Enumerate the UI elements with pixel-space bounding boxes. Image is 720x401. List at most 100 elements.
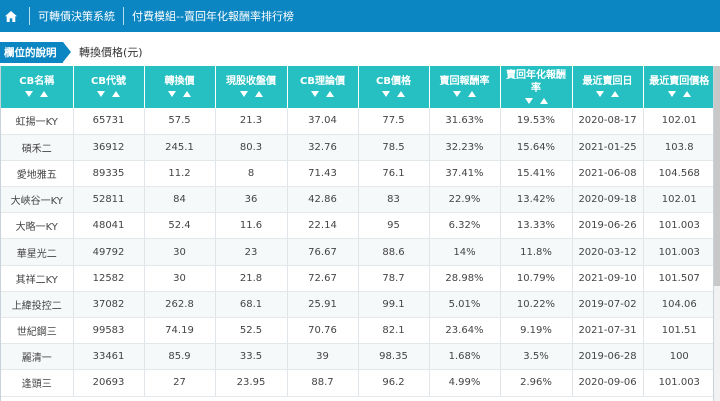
column-header-label: 現股收盤價: [226, 76, 276, 87]
breadcrumb-system-link[interactable]: 可轉債決策系統: [38, 8, 115, 24]
table-row[interactable]: 華星光二 49792 30 23 76.67 88.6 14% 11.8% 2020-03-12…: [1, 238, 713, 266]
table-row[interactable]: 虹揚一KY 65731 57.5 21.3 37.04 77.5 31.63% 19.53% 2…: [1, 108, 713, 135]
table-cell: 32.23%: [429, 134, 501, 161]
column-header: 賣回報酬率: [429, 66, 501, 108]
table-cell: 42.86: [287, 186, 359, 214]
sort-controls: [505, 97, 568, 106]
table-cell: 13.42%: [500, 186, 573, 214]
column-header-label: CB代號: [91, 76, 126, 87]
table-cell: 21.8: [215, 265, 288, 292]
sort-descending-icon[interactable]: [453, 91, 461, 97]
sort-ascending-icon[interactable]: [468, 91, 476, 97]
table-cell: 23: [215, 238, 288, 266]
sort-descending-icon[interactable]: [97, 91, 105, 97]
top-navigation-bar: 可轉債決策系統 付費模組--賣回年化報酬率排行榜: [0, 0, 720, 32]
table-cell: 世紀鋼三: [1, 317, 74, 345]
field-description-tag: 欄位的說明: [0, 41, 71, 63]
table-cell: 30: [144, 238, 216, 266]
breadcrumb-divider: [29, 7, 30, 25]
table-cell: 8: [215, 160, 288, 188]
vertical-scrollbar[interactable]: [714, 66, 720, 401]
home-icon[interactable]: [1, 0, 21, 32]
table-cell: 10.22%: [500, 291, 573, 319]
table-row[interactable]: 愛地雅五 89335 11.2 8 71.43 76.1 37.41% 15.41% 2021-…: [1, 160, 713, 188]
sort-controls: [5, 91, 69, 99]
sort-descending-icon[interactable]: [25, 91, 34, 97]
table-row[interactable]: 上緯投控二 37082 262.8 68.1 25.91 99.1 5.01% 10.22% 2…: [1, 291, 713, 319]
table-row[interactable]: 大略一KY 48041 52.4 11.6 22.14 95 6.32% 13.33% 2019…: [1, 212, 713, 240]
table-body: 虹揚一KY 65731 57.5 21.3 37.04 77.5 31.63% 19.53% 2…: [1, 108, 713, 397]
sort-descending-icon[interactable]: [596, 91, 604, 97]
table-cell: 99.1: [358, 291, 430, 319]
table-cell: 101.003: [643, 238, 713, 266]
table-cell: 80.3: [215, 134, 288, 161]
table-cell: 101.003: [643, 369, 713, 397]
sort-ascending-icon[interactable]: [40, 91, 49, 97]
table-cell: 36912: [73, 134, 145, 161]
table-row[interactable]: 世紀鋼三 99583 74.19 52.5 70.76 82.1 23.64% 9.19% 20…: [1, 317, 713, 345]
table-cell: 愛地雅五: [1, 160, 74, 188]
table-cell: 76.1: [358, 160, 430, 188]
table-cell: 3.5%: [500, 343, 573, 371]
column-header: 現股收盤價: [215, 66, 288, 108]
sort-descending-icon[interactable]: [311, 91, 319, 97]
table-cell: 2021-07-31: [572, 317, 644, 345]
column-header: 轉換價: [144, 66, 216, 108]
table-cell: 102.01: [643, 108, 713, 135]
column-header: 最近賣回價格: [643, 66, 713, 108]
breadcrumb-current-page[interactable]: 付費模組--賣回年化報酬率排行榜: [132, 8, 294, 24]
table-cell: 104.06: [643, 291, 713, 319]
table-cell: 65731: [73, 108, 145, 135]
table-cell: 2019-06-28: [572, 343, 644, 371]
sort-controls: [577, 91, 639, 99]
table-cell: 98.35: [358, 343, 430, 371]
column-header-label: CB價格: [376, 76, 411, 87]
table-row[interactable]: 逢頭三 20693 27 23.95 88.7 96.2 4.99% 2.96% 2020-09…: [1, 369, 713, 397]
sort-controls: [149, 91, 211, 99]
sort-ascending-icon[interactable]: [611, 91, 619, 97]
table-cell: 2020-09-18: [572, 186, 644, 214]
sort-ascending-icon[interactable]: [254, 91, 263, 97]
table-cell: 39: [287, 343, 359, 371]
table-cell: 49792: [73, 238, 145, 266]
table-cell: 12582: [73, 265, 145, 292]
field-description-row: 欄位的說明 轉換價格(元): [0, 40, 720, 64]
sort-ascending-icon[interactable]: [397, 91, 405, 97]
table-cell: 2021-01-25: [572, 134, 644, 161]
column-header-label: 賣回報酬率: [439, 76, 490, 87]
table-row[interactable]: 碩禾二 36912 245.1 80.3 32.76 78.5 32.23% 15.64% 20…: [1, 134, 713, 161]
sort-descending-icon[interactable]: [239, 91, 248, 97]
table-cell: 100: [643, 343, 713, 371]
table-cell: 2020-09-06: [572, 369, 644, 397]
sort-controls: [220, 91, 283, 99]
sort-descending-icon[interactable]: [524, 97, 533, 104]
table-row[interactable]: 麗清一 33461 85.9 33.5 39 98.35 1.68% 3.5% 2019-06-…: [1, 343, 713, 371]
table-cell: 10.79%: [500, 265, 573, 292]
sort-ascending-icon[interactable]: [326, 91, 334, 97]
sort-ascending-icon[interactable]: [539, 97, 548, 104]
table-cell: 27: [144, 369, 216, 397]
column-header-label: 最近賣回日: [582, 76, 633, 87]
table-cell: 23.64%: [429, 317, 501, 345]
table-row[interactable]: 大峽谷一KY 52811 84 36 42.86 83 22.9% 13.42% 2020-09…: [1, 186, 713, 214]
table-row[interactable]: 其祥二KY 12582 30 21.8 72.67 78.7 28.98% 10.79% 202…: [1, 265, 713, 292]
column-header-label: CB理論價: [300, 76, 345, 87]
sort-ascending-icon[interactable]: [112, 91, 120, 97]
table-cell: 85.9: [144, 343, 216, 371]
table-cell: 33.5: [215, 343, 288, 371]
sort-controls: [363, 91, 425, 99]
table-cell: 96.2: [358, 369, 430, 397]
sort-descending-icon[interactable]: [168, 91, 176, 97]
table-cell: 9.19%: [500, 317, 573, 345]
table-cell: 4.99%: [429, 369, 501, 397]
sort-ascending-icon[interactable]: [183, 91, 191, 97]
sort-ascending-icon[interactable]: [682, 91, 691, 97]
sort-descending-icon[interactable]: [382, 91, 390, 97]
table-cell: 78.7: [358, 265, 430, 292]
table-cell: 2021-06-08: [572, 160, 644, 188]
column-header: CB代號: [73, 66, 145, 108]
table-cell: 37082: [73, 291, 145, 319]
sort-descending-icon[interactable]: [667, 91, 676, 97]
scrollbar-thumb[interactable]: [714, 66, 720, 286]
table-cell: 262.8: [144, 291, 216, 319]
